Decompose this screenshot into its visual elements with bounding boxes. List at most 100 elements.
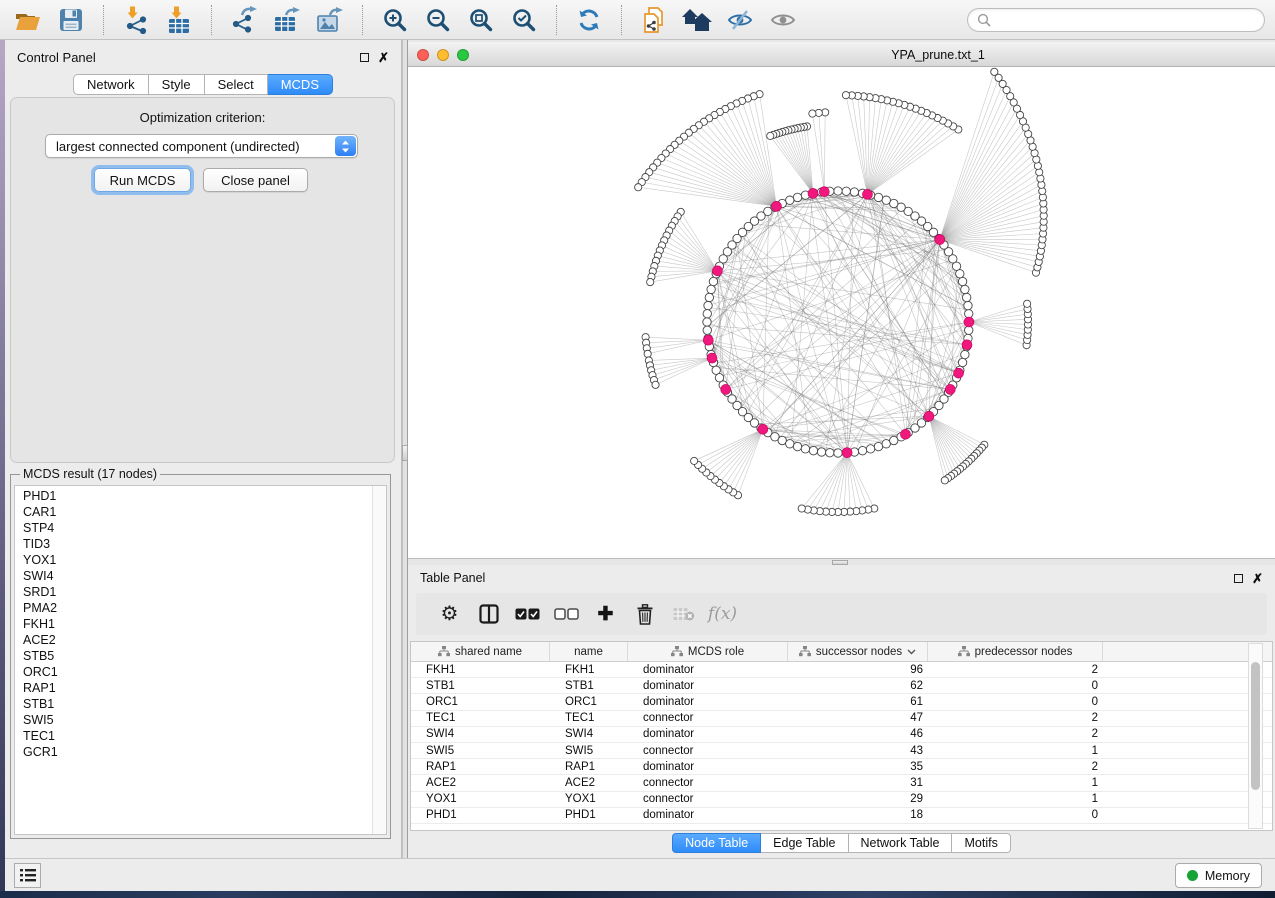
table-cell: PHD1: [411, 809, 550, 821]
horizontal-splitter[interactable]: [408, 558, 1275, 565]
column-header-shared-name[interactable]: shared name: [411, 642, 550, 661]
mcds-result-item[interactable]: SWI5: [23, 712, 386, 728]
mcds-result-item[interactable]: STB1: [23, 696, 386, 712]
import-network-button[interactable]: [118, 4, 154, 36]
tab-select[interactable]: Select: [205, 74, 268, 95]
table-cell: connector: [628, 793, 788, 805]
delete-table-button[interactable]: [664, 607, 703, 621]
table-row[interactable]: ACE2ACE2connector311: [411, 775, 1272, 791]
show-all-button[interactable]: [765, 4, 801, 36]
documents-share-icon: [642, 7, 666, 33]
mcds-result-item[interactable]: TEC1: [23, 728, 386, 744]
save-session-button[interactable]: [53, 4, 89, 36]
table-cell: 0: [928, 696, 1103, 708]
column-header-name[interactable]: name: [550, 642, 628, 661]
mcds-result-item[interactable]: YOX1: [23, 552, 386, 568]
mcds-list-scrollbar[interactable]: [372, 486, 386, 834]
zoom-selected-button[interactable]: [506, 4, 542, 36]
table-row[interactable]: FKH1FKH1dominator962: [411, 662, 1272, 678]
export-image-button[interactable]: [312, 4, 348, 36]
search-box[interactable]: [967, 8, 1265, 32]
run-mcds-button[interactable]: Run MCDS: [94, 168, 191, 192]
mcds-result-title: MCDS result (17 nodes): [20, 467, 160, 481]
add-column-button[interactable]: ✚: [586, 605, 625, 624]
import-table-button[interactable]: [161, 4, 197, 36]
table-row[interactable]: SWI4SWI4dominator462: [411, 727, 1272, 743]
tab-node-table[interactable]: Node Table: [672, 833, 761, 853]
table-panel-titlebar[interactable]: Table Panel ✗: [408, 565, 1275, 589]
table-row[interactable]: ORC1ORC1dominator610: [411, 694, 1272, 710]
table-cell: TEC1: [411, 712, 550, 724]
tab-edge-table[interactable]: Edge Table: [761, 833, 848, 853]
tab-style[interactable]: Style: [149, 74, 205, 95]
table-settings-button[interactable]: ⚙: [430, 604, 469, 624]
tab-motifs[interactable]: Motifs: [952, 833, 1010, 853]
deselect-all-button[interactable]: [547, 608, 586, 620]
table-cell: 29: [788, 793, 928, 805]
mcds-result-item[interactable]: SWI4: [23, 568, 386, 584]
hide-selected-button[interactable]: [722, 4, 758, 36]
select-all-button[interactable]: [508, 608, 547, 620]
float-panel-icon[interactable]: [360, 53, 369, 62]
column-header-predecessor-nodes[interactable]: predecessor nodes: [928, 642, 1103, 661]
table-row[interactable]: RAP1RAP1dominator352: [411, 759, 1272, 775]
table-row[interactable]: PHD1PHD1dominator180: [411, 808, 1272, 824]
network-window-titlebar[interactable]: YPA_prune.txt_1: [408, 42, 1275, 67]
tab-network-table[interactable]: Network Table: [849, 833, 953, 853]
mcds-result-item[interactable]: CAR1: [23, 504, 386, 520]
first-neighbors-button[interactable]: [679, 4, 715, 36]
export-table-button[interactable]: [269, 4, 305, 36]
minimize-window-icon[interactable]: [437, 49, 449, 61]
mcds-result-item[interactable]: GCR1: [23, 744, 386, 760]
tab-mcds[interactable]: MCDS: [268, 74, 333, 95]
table-cell: PHD1: [550, 809, 628, 821]
mcds-result-item[interactable]: ORC1: [23, 664, 386, 680]
table-cell: 47: [788, 712, 928, 724]
control-panel-titlebar[interactable]: Control Panel ✗: [5, 40, 401, 68]
column-header-mcds-role[interactable]: MCDS role: [628, 642, 788, 661]
shared-column-icon: [671, 646, 683, 657]
zoom-in-button[interactable]: [377, 4, 413, 36]
mcds-result-item[interactable]: TID3: [23, 536, 386, 552]
maximize-window-icon[interactable]: [457, 49, 469, 61]
show-columns-button[interactable]: [469, 604, 508, 624]
function-builder-button[interactable]: f(x): [703, 604, 742, 624]
tab-network[interactable]: Network: [73, 74, 149, 95]
mcds-result-item[interactable]: ACE2: [23, 632, 386, 648]
table-row[interactable]: SWI5SWI5connector431: [411, 743, 1272, 759]
column-header-successor-nodes[interactable]: successor nodes: [788, 642, 928, 661]
table-scrollbar[interactable]: [1248, 643, 1263, 829]
mcds-result-item[interactable]: PHD1: [23, 488, 386, 504]
mcds-result-item[interactable]: RAP1: [23, 680, 386, 696]
table-cell: 61: [788, 696, 928, 708]
export-network-button[interactable]: [226, 4, 262, 36]
mcds-result-item[interactable]: STB5: [23, 648, 386, 664]
table-scrollbar-thumb[interactable]: [1251, 662, 1260, 790]
close-panel-icon[interactable]: ✗: [378, 51, 389, 64]
table-row[interactable]: YOX1YOX1connector291: [411, 792, 1272, 808]
close-window-icon[interactable]: [417, 49, 429, 61]
open-session-button[interactable]: [10, 4, 46, 36]
task-history-button[interactable]: [14, 863, 41, 888]
refresh-layout-button[interactable]: [571, 4, 607, 36]
mcds-result-list[interactable]: PHD1CAR1STP4TID3YOX1SWI4SRD1PMA2FKH1ACE2…: [14, 485, 387, 835]
network-graph[interactable]: [408, 67, 1275, 558]
mcds-result-item[interactable]: STP4: [23, 520, 386, 536]
mcds-result-item[interactable]: PMA2: [23, 600, 386, 616]
close-panel-icon[interactable]: ✗: [1252, 572, 1263, 585]
mcds-result-item[interactable]: FKH1: [23, 616, 386, 632]
table-cell: ACE2: [411, 777, 550, 789]
delete-column-button[interactable]: [625, 604, 664, 625]
close-panel-button[interactable]: Close panel: [203, 168, 308, 192]
network-from-selection-button[interactable]: [636, 4, 672, 36]
table-row[interactable]: TEC1TEC1connector472: [411, 711, 1272, 727]
float-panel-icon[interactable]: [1234, 574, 1243, 583]
memory-button[interactable]: Memory: [1175, 863, 1262, 888]
zoom-out-button[interactable]: [420, 4, 456, 36]
search-input[interactable]: [997, 13, 1255, 27]
table-row[interactable]: STB1STB1dominator620: [411, 678, 1272, 694]
mcds-result-item[interactable]: SRD1: [23, 584, 386, 600]
network-canvas[interactable]: [408, 67, 1275, 558]
zoom-fit-button[interactable]: [463, 4, 499, 36]
optimization-criterion-select[interactable]: largest connected component (undirected): [45, 134, 358, 158]
